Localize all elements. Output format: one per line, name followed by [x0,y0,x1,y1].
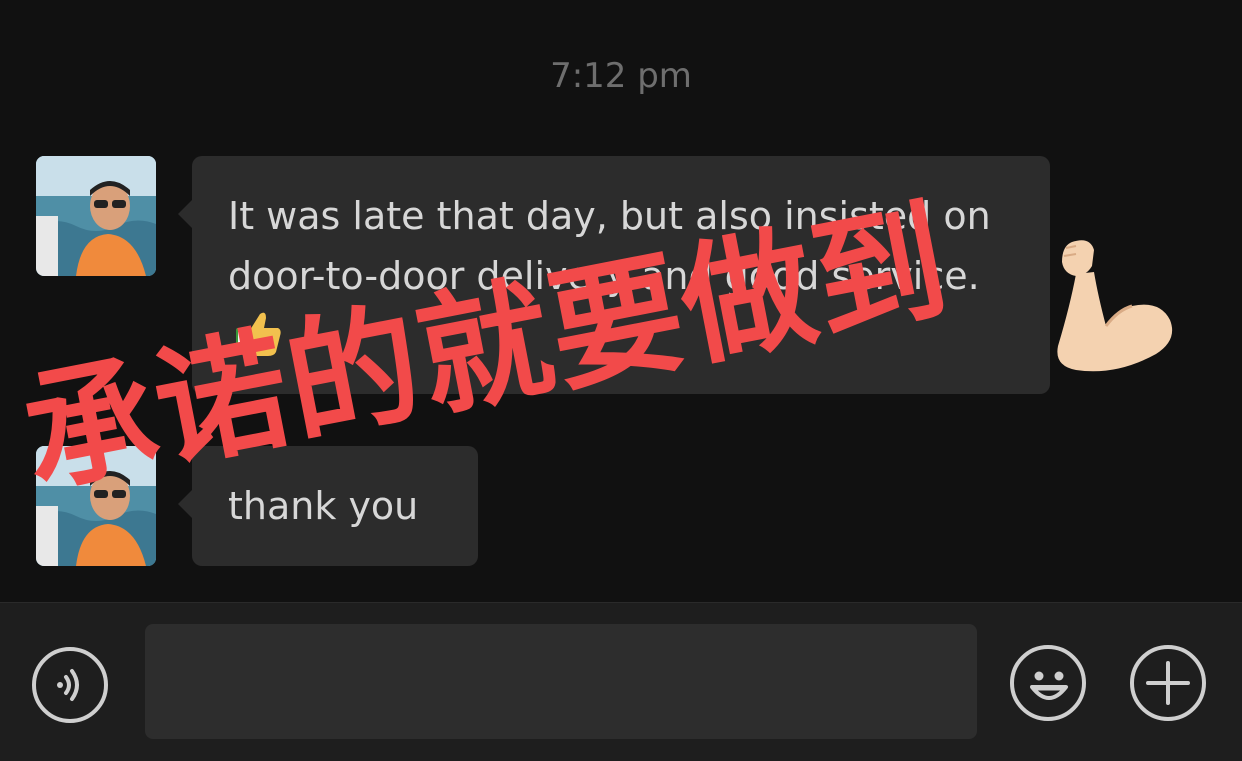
plus-icon [1146,661,1190,705]
message-input[interactable] [145,624,977,739]
avatar-photo-icon [36,156,156,276]
voice-icon [57,669,79,701]
emoji-button[interactable] [1010,645,1086,721]
message-timestamp: 7:12 pm [550,56,692,96]
input-bar [0,602,1242,761]
smiley-icon [1030,671,1068,700]
more-button[interactable] [1130,645,1206,721]
message-text: thank you [228,484,419,528]
flexed-biceps-emoji-icon [1057,240,1173,372]
contact-avatar[interactable] [36,156,156,276]
voice-button[interactable] [32,647,108,723]
